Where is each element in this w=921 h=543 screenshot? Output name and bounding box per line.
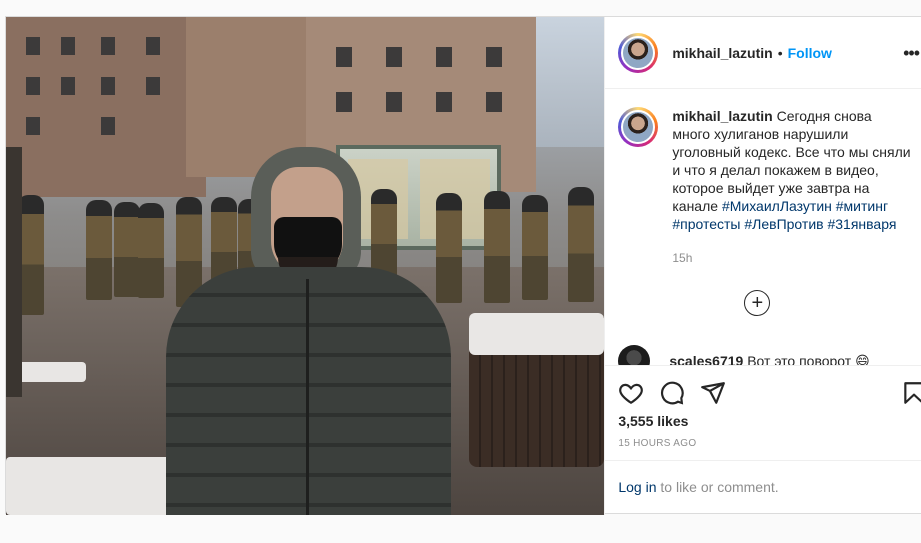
plus-icon: +	[751, 292, 764, 314]
separator-dot: •	[777, 44, 783, 61]
commenter-username[interactable]: scales6719	[669, 353, 743, 367]
comment-item: scales6719 Вот это поворот 😄	[618, 345, 870, 367]
caption-avatar-ring[interactable]	[618, 107, 659, 147]
photo-window	[61, 37, 75, 55]
follow-button[interactable]: Follow	[788, 45, 832, 61]
comment-icon[interactable]	[659, 380, 685, 406]
photo-window	[26, 117, 40, 135]
photo-officer	[86, 200, 112, 300]
photo-window	[436, 92, 452, 112]
instagram-post: mikhail_lazutin • Follow ••• mikhail_laz…	[5, 16, 921, 515]
caption: mikhail_lazutin Сегодня снова много хули…	[605, 89, 921, 233]
login-prompt: Log in to like or comment.	[605, 460, 921, 516]
photo-window	[386, 92, 402, 112]
post-sidebar: mikhail_lazutin • Follow ••• mikhail_laz…	[604, 17, 921, 515]
photo-officer	[138, 203, 164, 298]
photo-window	[26, 37, 40, 55]
comment-text: scales6719 Вот это поворот 😄	[669, 353, 869, 367]
login-prompt-text: to like or comment.	[656, 479, 779, 495]
photo-window	[146, 37, 160, 55]
caption-avatar[interactable]	[621, 110, 656, 144]
photo-window	[386, 47, 402, 67]
photo-officer	[114, 202, 140, 297]
caption-text: mikhail_lazutin Сегодня снова много хули…	[672, 107, 912, 233]
photo-window	[336, 47, 352, 67]
post-timestamp[interactable]: 15 HOURS AGO	[618, 438, 696, 449]
photo-window	[336, 92, 352, 112]
photo-officer	[436, 193, 462, 303]
login-link[interactable]: Log in	[618, 479, 656, 495]
likes-count[interactable]: 3,555 likes	[618, 413, 688, 429]
photo-window	[101, 37, 115, 55]
share-icon[interactable]	[700, 380, 726, 406]
photo-pole	[6, 147, 22, 397]
commenter-avatar[interactable]	[618, 345, 651, 366]
photo-window	[61, 77, 75, 95]
photo-window	[101, 117, 115, 135]
photo-officer	[568, 187, 594, 302]
photo-window	[436, 47, 452, 67]
author-avatar-ring[interactable]	[618, 32, 659, 73]
post-header: mikhail_lazutin • Follow •••	[605, 17, 921, 89]
photo-window	[486, 92, 502, 112]
heart-icon[interactable]	[618, 380, 644, 406]
photo-officer	[484, 191, 510, 303]
photo-officer	[522, 195, 548, 300]
comment-body: Вот это поворот 😄	[747, 352, 870, 367]
caption-username[interactable]: mikhail_lazutin	[672, 108, 772, 124]
author-username[interactable]: mikhail_lazutin	[672, 45, 772, 61]
photo-trash-bin-snow	[469, 313, 604, 355]
action-icons	[618, 380, 726, 406]
load-more-comments-button[interactable]: +	[744, 290, 771, 316]
photo-window	[26, 77, 40, 95]
post-actions: 3,555 likes 15 HOURS AGO Log in to like …	[605, 365, 921, 515]
caption-time: 15h	[672, 251, 693, 265]
post-photo[interactable]	[6, 17, 605, 515]
comments-section: mikhail_lazutin Сегодня снова много хули…	[605, 89, 921, 366]
photo-window	[101, 77, 115, 95]
photo-window	[486, 47, 502, 67]
author-avatar[interactable]	[621, 35, 656, 70]
photo-window	[146, 77, 160, 95]
bookmark-icon[interactable]	[901, 380, 921, 406]
more-options-icon[interactable]: •••	[903, 43, 920, 64]
photo-man-zipper	[306, 279, 309, 515]
